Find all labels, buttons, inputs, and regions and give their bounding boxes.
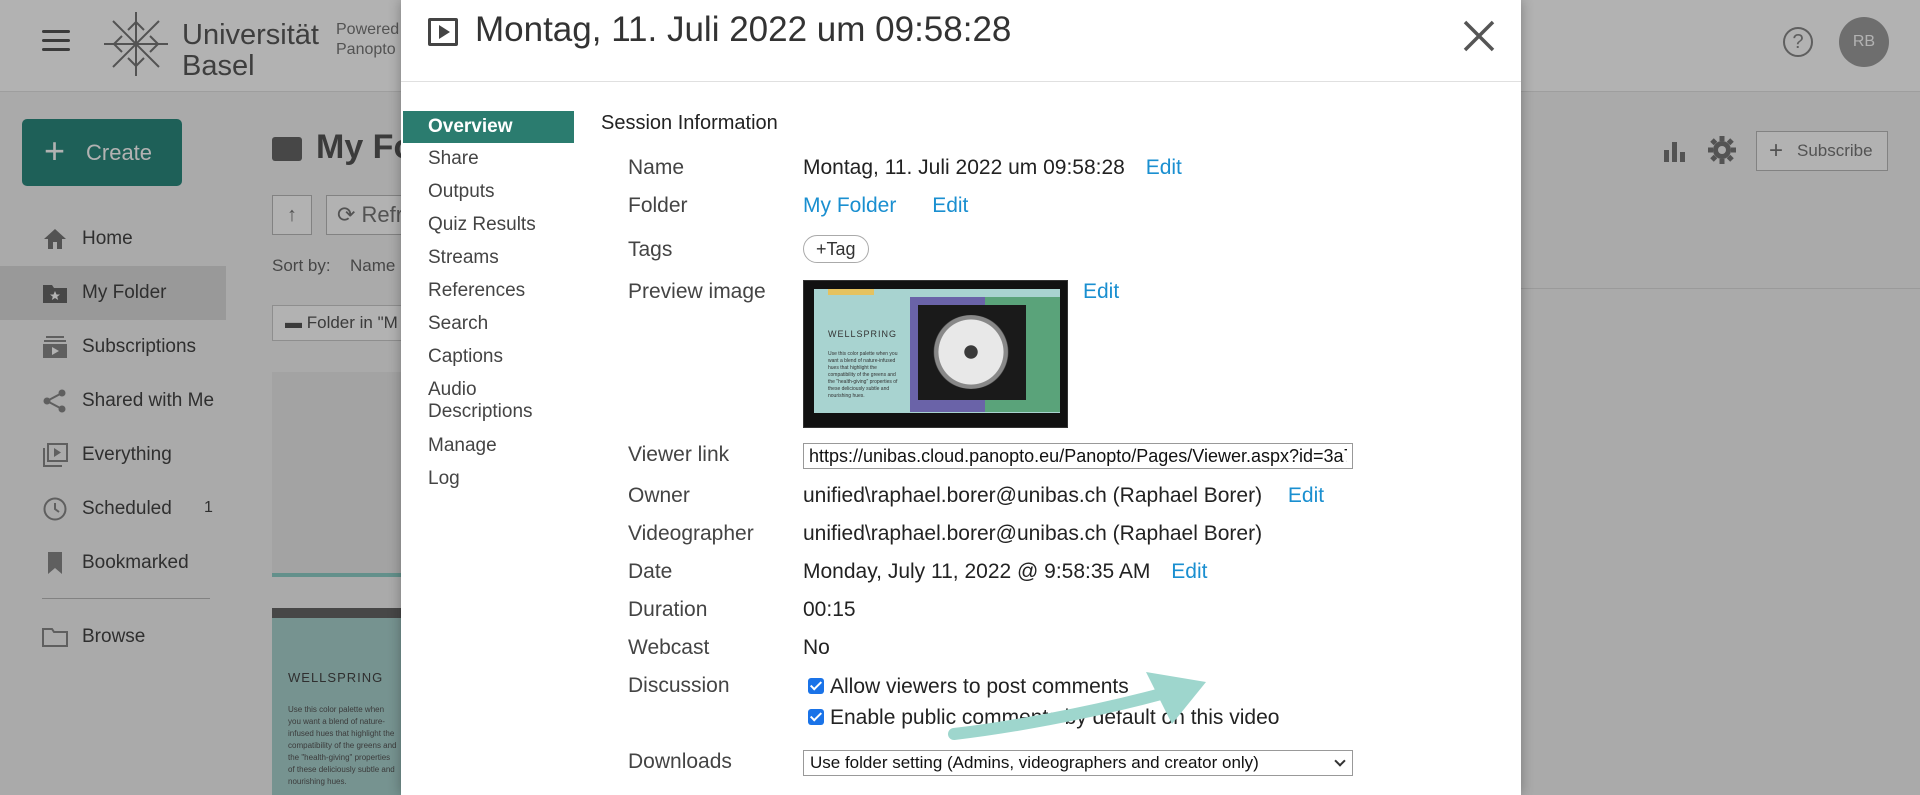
modal-title: Montag, 11. Juli 2022 um 09:58:28 — [475, 10, 1012, 49]
edit-date-link[interactable]: Edit — [1171, 560, 1207, 583]
owner-label: Owner — [628, 484, 690, 507]
edit-name-link[interactable]: Edit — [1146, 156, 1182, 179]
duration-value: 00:15 — [803, 598, 856, 621]
session-settings-modal: Montag, 11. Juli 2022 um 09:58:28 Overvi… — [401, 0, 1521, 795]
flower-photo — [918, 305, 1026, 400]
edit-folder-link[interactable]: Edit — [932, 194, 968, 217]
preview-image: WELLSPRING Use this color palette when y… — [803, 280, 1068, 428]
section-title: Session Information — [601, 112, 778, 134]
webcast-value: No — [803, 636, 830, 659]
date-label: Date — [628, 560, 673, 583]
tab-references[interactable]: References — [428, 280, 608, 302]
tab-manage[interactable]: Manage — [428, 435, 608, 457]
discussion-label: Discussion — [628, 674, 730, 697]
public-comments-checkbox[interactable] — [808, 709, 824, 725]
name-label: Name — [628, 156, 685, 179]
webcast-label: Webcast — [628, 636, 710, 659]
tab-share[interactable]: Share — [428, 148, 608, 170]
downloads-label: Downloads — [628, 750, 732, 773]
add-tag-button[interactable]: +Tag — [803, 235, 869, 263]
tab-outputs[interactable]: Outputs — [428, 181, 608, 203]
folder-link[interactable]: My Folder — [803, 194, 896, 217]
tab-streams[interactable]: Streams — [428, 247, 608, 269]
edit-preview-link[interactable]: Edit — [1083, 280, 1119, 304]
name-value: Montag, 11. Juli 2022 um 09:58:28 Edit — [803, 156, 1182, 179]
viewer-link-label: Viewer link — [628, 443, 730, 466]
duration-label: Duration — [628, 598, 708, 621]
chevron-down-icon — [1334, 755, 1346, 767]
tab-quiz-results[interactable]: Quiz Results — [428, 214, 608, 236]
tab-overview[interactable]: Overview — [403, 111, 574, 143]
tab-captions[interactable]: Captions — [428, 346, 608, 368]
tags-label: Tags — [628, 238, 673, 261]
viewer-link-field[interactable] — [803, 443, 1353, 469]
tab-audio-descriptions[interactable]: Audio Descriptions — [428, 379, 548, 423]
folder-value: My Folder Edit — [803, 194, 968, 218]
owner-value: unified\raphael.borer@unibas.ch (Raphael… — [803, 484, 1325, 507]
modal-header: Montag, 11. Juli 2022 um 09:58:28 — [401, 0, 1521, 82]
edit-owner-link[interactable]: Edit — [1288, 484, 1324, 507]
videographer-value: unified\raphael.borer@unibas.ch (Raphael… — [803, 522, 1263, 545]
video-play-icon — [428, 18, 458, 46]
videographer-label: Videographer — [628, 522, 754, 545]
allow-comments-checkbox[interactable] — [808, 678, 824, 694]
annotation-arrow-icon — [948, 672, 1206, 740]
date-value: Monday, July 11, 2022 @ 9:58:35 AM Edit — [803, 560, 1208, 583]
preview-image-label: Preview image — [628, 280, 766, 303]
folder-label: Folder — [628, 194, 688, 217]
tab-search[interactable]: Search — [428, 313, 608, 335]
close-icon[interactable] — [1457, 14, 1501, 58]
tab-log[interactable]: Log — [428, 468, 608, 490]
